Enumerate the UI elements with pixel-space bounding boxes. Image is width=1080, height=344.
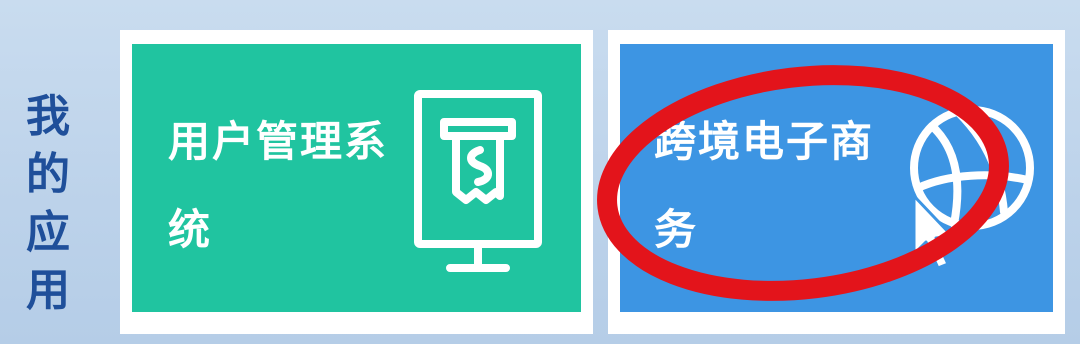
section-title-char: 的 [26,149,70,200]
section-title-char: 应 [26,207,70,258]
globe-cursor-icon [910,106,1034,270]
app-tile-cross-border-ecommerce[interactable]: 跨境电子商 务 [608,30,1065,334]
monitor-receipt-icon [414,90,542,272]
app-tile-body[interactable]: 用户管理系 统 [132,44,581,312]
app-tile-body[interactable]: 跨境电子商 务 [620,44,1053,312]
section-title-char: 用 [26,265,70,316]
section-title-char: 我 [26,91,70,142]
app-tile-label: 跨境电子商 务 [654,117,875,254]
app-tile-user-management[interactable]: 用户管理系 统 [120,30,593,334]
app-tile-label: 用户管理系 统 [168,117,389,254]
section-title-my-apps: 我 的 应 用 [18,88,78,320]
